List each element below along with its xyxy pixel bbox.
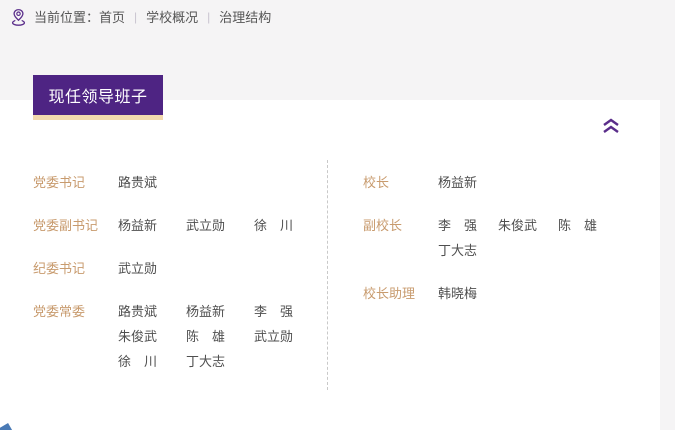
leader-name: 丁大志 <box>438 243 478 258</box>
leader-name: 韩晓梅 <box>438 286 478 301</box>
leader-name: 杨益新 <box>118 218 158 233</box>
leader-name: 武立勋 <box>254 329 294 344</box>
leader-name: 武立勋 <box>186 218 226 233</box>
role-label: 纪委书记 <box>33 261 86 276</box>
leader-name: 朱俊武 <box>498 218 538 233</box>
leadership-row-president-assistant: 校长助理 韩晓梅 <box>363 281 660 306</box>
leadership-column-admin: 校长 杨益新 副校长 李 强 朱俊武 陈 雄 丁大志 校长助理 韩晓梅 <box>328 170 660 392</box>
leadership-row-party-secretary: 党委书记 路贵斌 <box>33 170 327 195</box>
leadership-row-vice-presidents: 副校长 李 强 朱俊武 陈 雄 丁大志 <box>363 213 660 263</box>
breadcrumb: 当前位置： 首页 | 学校概况 | 治理结构 <box>10 7 271 26</box>
leader-name: 陈 雄 <box>186 329 226 344</box>
breadcrumb-governance-link[interactable]: 治理结构 <box>219 7 271 26</box>
leader-name: 路贵斌 <box>118 304 158 319</box>
leadership-row-discipline-secretary: 纪委书记 武立勋 <box>33 256 327 281</box>
role-label: 党委书记 <box>33 175 86 190</box>
leader-name: 武立勋 <box>118 261 158 276</box>
names-list: 路贵斌 <box>118 170 322 195</box>
leader-name: 徐 川 <box>254 218 294 233</box>
leader-name: 杨益新 <box>186 304 226 319</box>
names-list: 韩晓梅 <box>438 281 618 306</box>
role-label: 党委副书记 <box>33 218 99 233</box>
role-label: 校长 <box>363 175 390 190</box>
leader-name: 徐 川 <box>118 354 158 369</box>
leadership-columns: 党委书记 路贵斌 党委副书记 杨益新 武立勋 徐 川 纪委书记 武立勋 党委常委… <box>0 100 660 392</box>
leader-name: 路贵斌 <box>118 175 158 190</box>
role-label: 副校长 <box>363 218 403 233</box>
location-pin-icon <box>11 8 26 26</box>
leader-name: 李 强 <box>438 218 478 233</box>
leader-name: 杨益新 <box>438 175 478 190</box>
content-card: 现任领导班子 党委书记 路贵斌 党委副书记 杨益新 武立勋 徐 川 纪委书记 武… <box>0 75 660 430</box>
breadcrumb-home-link[interactable]: 首页 <box>99 7 125 26</box>
breadcrumb-separator: | <box>207 9 211 24</box>
collapse-section-button[interactable] <box>600 115 622 137</box>
names-list: 杨益新 武立勋 徐 川 <box>118 213 322 238</box>
names-list: 李 强 朱俊武 陈 雄 丁大志 <box>438 213 618 263</box>
leadership-row-president: 校长 杨益新 <box>363 170 660 195</box>
leadership-row-deputy-party-secretary: 党委副书记 杨益新 武立勋 徐 川 <box>33 213 327 238</box>
role-label: 党委常委 <box>33 304 86 319</box>
breadcrumb-location-label: 当前位置： <box>34 10 100 25</box>
names-list: 武立勋 <box>118 256 322 281</box>
names-list: 杨益新 <box>438 170 618 195</box>
chevron-double-up-icon <box>603 118 619 133</box>
section-title: 现任领导班子 <box>48 89 148 106</box>
leadership-column-party: 党委书记 路贵斌 党委副书记 杨益新 武立勋 徐 川 纪委书记 武立勋 党委常委… <box>33 170 327 392</box>
leader-name: 陈 雄 <box>558 218 598 233</box>
breadcrumb-separator: | <box>134 9 138 24</box>
breadcrumb-school-overview-link[interactable]: 学校概况 <box>146 7 198 26</box>
names-list: 路贵斌 杨益新 李 强 朱俊武 陈 雄 武立勋 徐 川 丁大志 <box>118 299 322 374</box>
leadership-row-standing-committee: 党委常委 路贵斌 杨益新 李 强 朱俊武 陈 雄 武立勋 徐 川 丁大志 <box>33 299 327 374</box>
leader-name: 朱俊武 <box>118 329 158 344</box>
leader-name: 丁大志 <box>186 354 226 369</box>
role-label: 校长助理 <box>363 286 416 301</box>
leader-name: 李 强 <box>254 304 294 319</box>
section-title-box: 现任领导班子 <box>33 75 163 120</box>
